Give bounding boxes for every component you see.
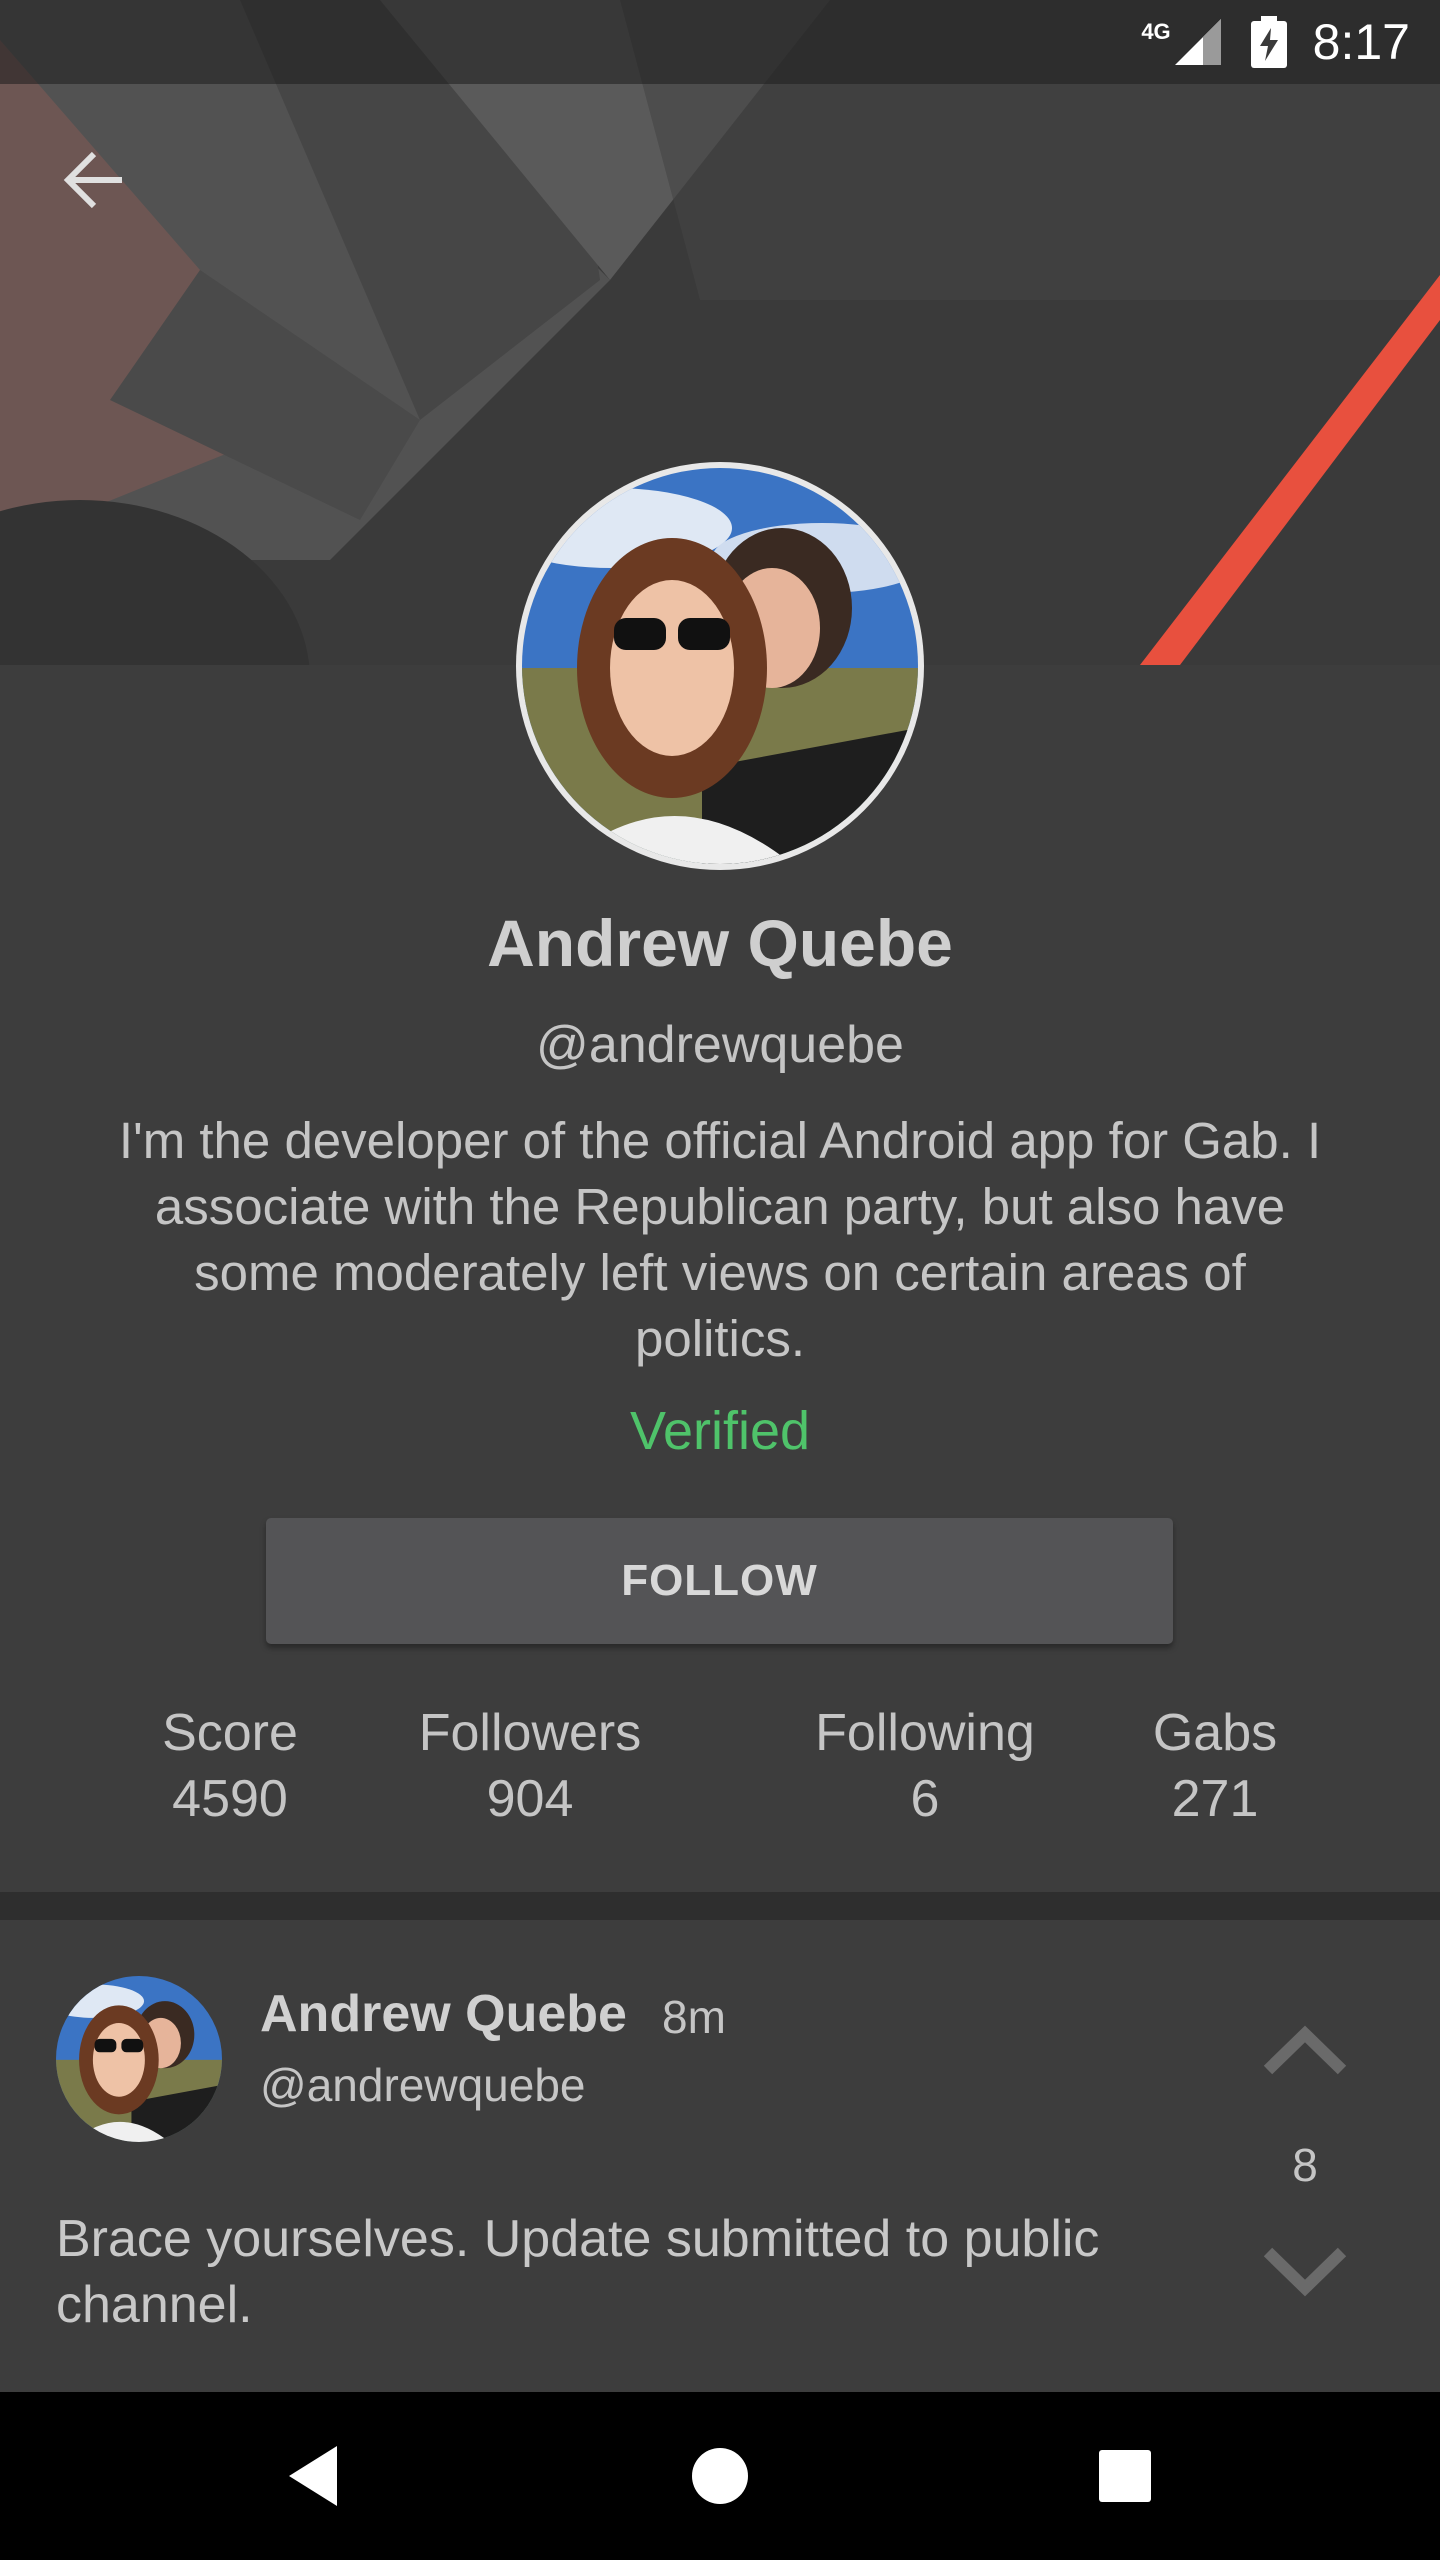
chevron-down-icon [1263, 2247, 1347, 2297]
follow-button[interactable]: FOLLOW [266, 1518, 1173, 1644]
chevron-up-icon [1263, 2025, 1347, 2075]
battery-charging-icon [1250, 16, 1287, 68]
stat-following[interactable]: Following 6 [780, 1700, 1070, 1832]
back-button[interactable] [56, 140, 136, 220]
arrow-back-icon [63, 151, 122, 209]
post-body: Brace yourselves. Update submitted to pu… [56, 2210, 1100, 2334]
status-bar: 4G 8:17 [0, 0, 1440, 84]
stat-value: 6 [910, 1770, 940, 1828]
downvote-button[interactable] [1262, 2242, 1348, 2302]
nav-home-button[interactable] [680, 2436, 760, 2516]
stat-label: Score [162, 1704, 298, 1762]
square-recents-icon [1099, 2450, 1151, 2502]
system-nav-bar [0, 2392, 1440, 2560]
avatar-photo [522, 468, 918, 864]
stat-score[interactable]: Score 4590 [140, 1700, 320, 1832]
stat-label: Following [815, 1704, 1035, 1762]
clock: 8:17 [1312, 14, 1410, 70]
stat-label: Gabs [1152, 1704, 1278, 1762]
stat-value: 4590 [172, 1770, 288, 1828]
upvote-button[interactable] [1262, 2020, 1348, 2080]
section-divider [0, 1892, 1440, 1920]
post-author-name[interactable]: Andrew Quebe [260, 1984, 627, 2044]
stat-value: 271 [1171, 1770, 1259, 1828]
post-timestamp: 8m [662, 1991, 726, 2043]
profile-bio: I'm the developer of the official Androi… [118, 1112, 1322, 1367]
circle-home-icon [692, 2448, 748, 2504]
stat-gabs[interactable]: Gabs 271 [1130, 1700, 1300, 1832]
verified-badge: Verified [629, 1401, 811, 1461]
stat-value: 904 [486, 1770, 574, 1828]
nav-back-button[interactable] [275, 2436, 355, 2516]
profile-handle: @andrewquebe [536, 1016, 904, 1074]
avatar-photo [56, 1976, 222, 2142]
profile-avatar[interactable] [516, 462, 924, 870]
post-author-handle: @andrewquebe [260, 2059, 586, 2111]
nav-recents-button[interactable] [1085, 2436, 1165, 2516]
network-type: 4G [1141, 19, 1171, 44]
stat-followers[interactable]: Followers 904 [390, 1700, 670, 1832]
post-card[interactable]: Andrew Quebe 8m @andrewquebe Brace yours… [0, 1920, 1440, 2392]
profile-name: Andrew Quebe [487, 906, 953, 980]
vote-score: 8 [1292, 2139, 1318, 2191]
signal-icon [1174, 19, 1221, 65]
triangle-back-icon [289, 2446, 337, 2506]
post-author-avatar[interactable] [56, 1976, 222, 2142]
stat-label: Followers [418, 1704, 642, 1762]
